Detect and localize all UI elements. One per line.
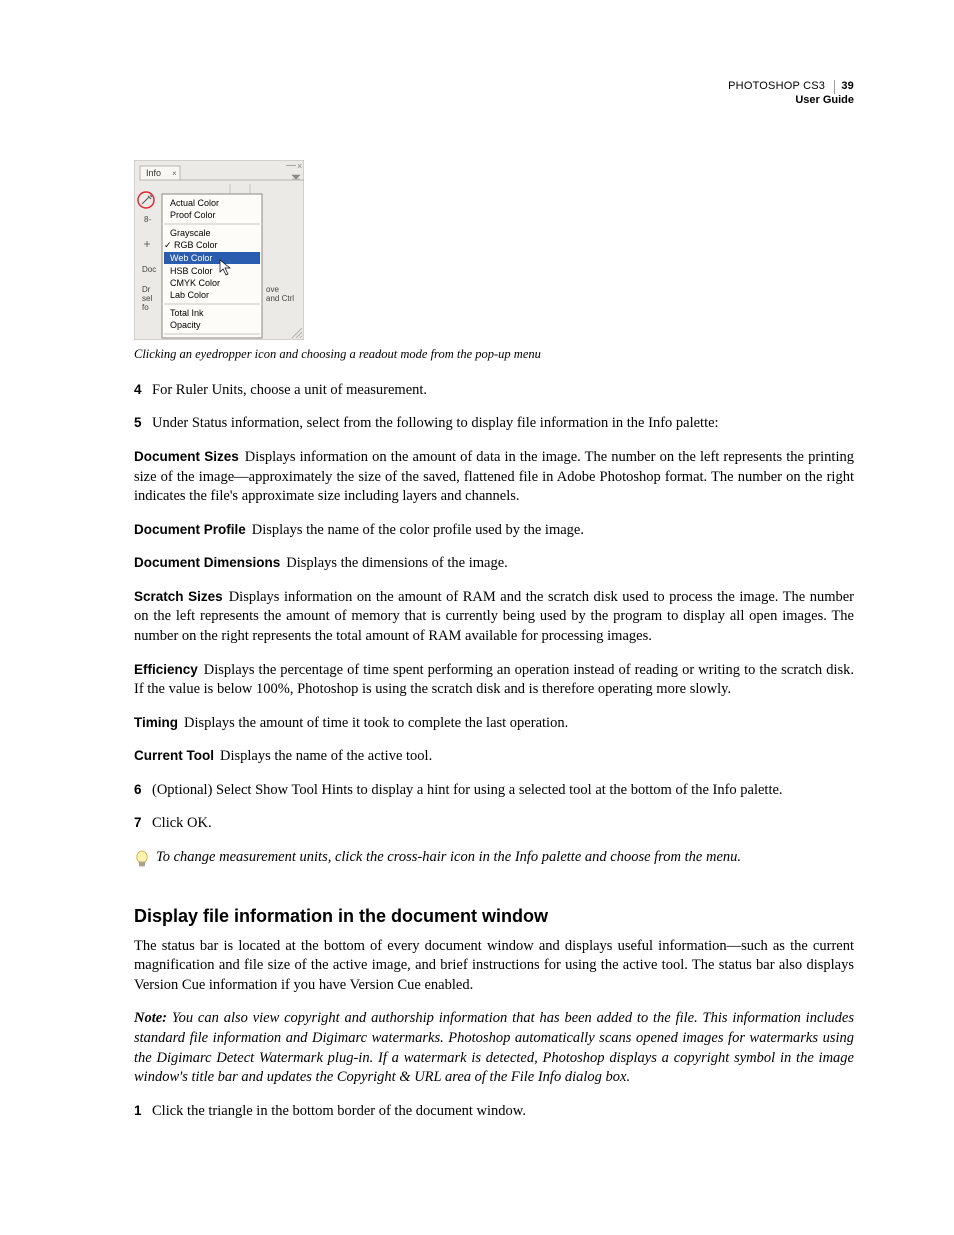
step-6: 6 (Optional) Select Show Tool Hints to d… bbox=[134, 781, 854, 801]
step-number: 7 bbox=[134, 814, 152, 834]
page-number: 39 bbox=[834, 80, 854, 94]
svg-text:Grayscale: Grayscale bbox=[170, 228, 211, 238]
note-text: You can also view copyright and authorsh… bbox=[134, 1010, 854, 1085]
step-b1: 1 Click the triangle in the bottom borde… bbox=[134, 1102, 854, 1122]
def-term: Document Sizes bbox=[134, 449, 239, 464]
def-text: Displays information on the amount of da… bbox=[134, 449, 854, 504]
svg-text:HSB Color: HSB Color bbox=[170, 266, 213, 276]
svg-text:ove: ove bbox=[266, 285, 279, 294]
step-number: 6 bbox=[134, 781, 152, 801]
svg-text:RGB Color: RGB Color bbox=[174, 240, 218, 250]
svg-text:sel: sel bbox=[142, 294, 152, 303]
svg-text:Web Color: Web Color bbox=[170, 253, 212, 263]
svg-text:✓: ✓ bbox=[164, 240, 172, 250]
def-term: Document Profile bbox=[134, 522, 246, 537]
def-text: Displays the dimensions of the image. bbox=[286, 555, 508, 571]
def-term: Current Tool bbox=[134, 748, 214, 763]
def-term: Scratch Sizes bbox=[134, 589, 223, 604]
step-4: 4 For Ruler Units, choose a unit of meas… bbox=[134, 381, 854, 401]
svg-text:×: × bbox=[297, 161, 302, 171]
def-timing: Timing Displays the amount of time it too… bbox=[134, 714, 854, 734]
step-number: 1 bbox=[134, 1102, 152, 1122]
def-efficiency: EfficiencyDisplays the percentage of tim… bbox=[134, 661, 854, 700]
step-text: Under Status information, select from th… bbox=[152, 414, 854, 434]
svg-text:Doc: Doc bbox=[142, 265, 156, 274]
def-term: Efficiency bbox=[134, 662, 198, 677]
def-document-sizes: Document SizesDisplays information on th… bbox=[134, 448, 854, 507]
def-text: Displays information on the amount of RA… bbox=[134, 589, 854, 644]
section-paragraph: The status bar is located at the bottom … bbox=[134, 937, 854, 996]
svg-text:CMYK Color: CMYK Color bbox=[170, 278, 220, 288]
svg-text:Lab Color: Lab Color bbox=[170, 290, 209, 300]
svg-text:Total Ink: Total Ink bbox=[170, 308, 204, 318]
def-document-dimensions: Document Dimensions Displays the dimensio… bbox=[134, 554, 854, 574]
tip-block: To change measurement units, click the c… bbox=[134, 848, 854, 877]
step-text: For Ruler Units, choose a unit of measur… bbox=[152, 381, 854, 401]
step-text: Click the triangle in the bottom border … bbox=[152, 1102, 854, 1122]
note-label: Note: bbox=[134, 1010, 167, 1026]
svg-text:and Ctrl: and Ctrl bbox=[266, 294, 294, 303]
step-5: 5 Under Status information, select from … bbox=[134, 414, 854, 434]
lightbulb-icon bbox=[134, 850, 156, 877]
def-current-tool: Current Tool Displays the name of the act… bbox=[134, 747, 854, 767]
def-text: Displays the name of the active tool. bbox=[220, 748, 432, 764]
svg-text:Proof Color: Proof Color bbox=[170, 210, 216, 220]
section-heading: Display file information in the document… bbox=[134, 904, 854, 928]
def-term: Timing bbox=[134, 715, 178, 730]
svg-text:fo: fo bbox=[142, 303, 149, 312]
svg-text:Dr: Dr bbox=[142, 285, 151, 294]
step-text: Click OK. bbox=[152, 814, 854, 834]
svg-text:—: — bbox=[286, 160, 296, 171]
svg-text:Info: Info bbox=[146, 168, 161, 178]
step-text: (Optional) Select Show Tool Hints to dis… bbox=[152, 781, 854, 801]
svg-text:Opacity: Opacity bbox=[170, 320, 201, 330]
svg-text:8-: 8- bbox=[144, 215, 151, 224]
def-scratch-sizes: Scratch SizesDisplays information on the… bbox=[134, 588, 854, 647]
svg-text:Actual Color: Actual Color bbox=[170, 198, 219, 208]
def-text: Displays the name of the color profile u… bbox=[252, 522, 584, 538]
def-term: Document Dimensions bbox=[134, 555, 280, 570]
info-palette-figure: — × Info × 8- bbox=[134, 160, 854, 340]
step-7: 7 Click OK. bbox=[134, 814, 854, 834]
step-number: 5 bbox=[134, 414, 152, 434]
running-header: PHOTOSHOP CS3 39 User Guide bbox=[728, 80, 854, 108]
def-text: Displays the percentage of time spent pe… bbox=[134, 662, 854, 698]
def-document-profile: Document Profile Displays the name of the… bbox=[134, 521, 854, 541]
step-number: 4 bbox=[134, 381, 152, 401]
doc-title: User Guide bbox=[728, 94, 854, 108]
product-name: PHOTOSHOP CS3 bbox=[728, 80, 825, 92]
figure-caption: Clicking an eyedropper icon and choosing… bbox=[134, 346, 854, 363]
tip-text: To change measurement units, click the c… bbox=[156, 848, 854, 868]
note-block: Note: You can also view copyright and au… bbox=[134, 1009, 854, 1087]
svg-text:×: × bbox=[172, 169, 177, 178]
def-text: Displays the amount of time it took to c… bbox=[184, 715, 568, 731]
